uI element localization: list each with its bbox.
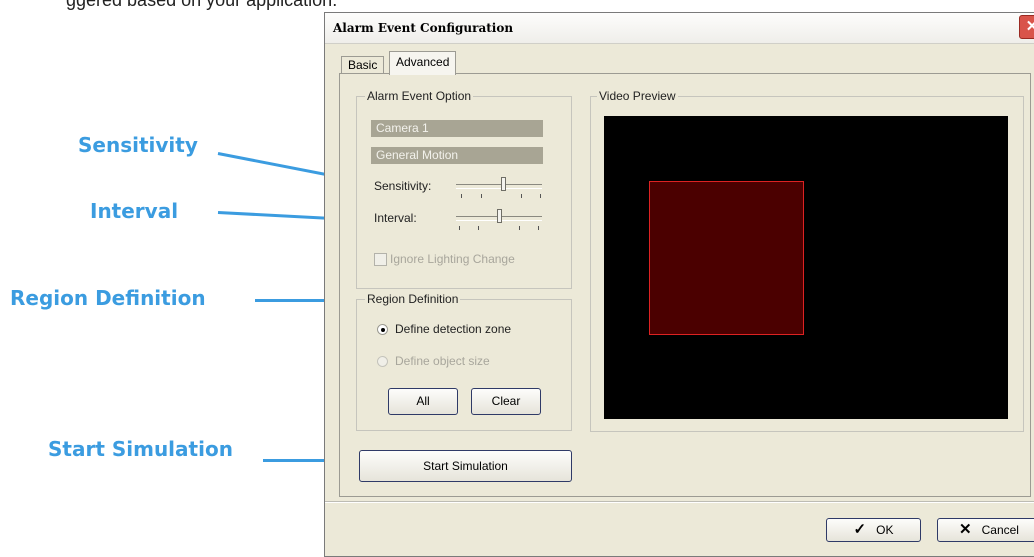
callout-interval: Interval (90, 199, 179, 223)
interval-label: Interval: (374, 211, 417, 225)
region-definition-group: Region Definition Define detection zone … (356, 292, 572, 431)
footer-separator (325, 501, 1034, 503)
start-simulation-button[interactable]: Start Simulation (359, 450, 572, 482)
ok-button[interactable]: ✓ OK (826, 518, 921, 542)
camera-field: Camera 1 (371, 120, 543, 137)
define-detection-zone-radio[interactable] (377, 324, 388, 335)
region-definition-label: Region Definition (365, 292, 461, 306)
alarm-event-option-label: Alarm Event Option (365, 89, 474, 103)
advanced-tab-panel: Alarm Event Option Camera 1 General Moti… (339, 73, 1031, 497)
sensitivity-label: Sensitivity: (374, 179, 432, 193)
detection-zone-rect[interactable] (649, 181, 804, 335)
check-icon: ✓ (853, 521, 867, 538)
dialog-titlebar[interactable]: Alarm Event Configuration ✕ (325, 13, 1034, 44)
sensitivity-tick (461, 194, 462, 198)
sensitivity-tick (481, 194, 482, 198)
callout-start-simulation: Start Simulation (48, 437, 233, 461)
interval-tick (478, 226, 479, 230)
all-button[interactable]: All (388, 388, 458, 415)
video-preview-group: Video Preview (590, 89, 1024, 432)
close-icon[interactable]: ✕ (1019, 15, 1034, 39)
interval-tick (519, 226, 520, 230)
callout-sensitivity: Sensitivity (78, 133, 198, 157)
interval-tick (538, 226, 539, 230)
define-object-size-label: Define object size (395, 354, 490, 368)
interval-slider-thumb[interactable] (497, 209, 502, 223)
sensitivity-slider-track[interactable] (456, 184, 542, 189)
sensitivity-slider-thumb[interactable] (501, 177, 506, 191)
ignore-lighting-label: Ignore Lighting Change (390, 252, 515, 266)
page-body-text: ggered based on your application. (66, 0, 338, 10)
clear-button[interactable]: Clear (471, 388, 541, 415)
dialog-title: Alarm Event Configuration (333, 21, 514, 35)
video-preview-canvas[interactable] (604, 116, 1008, 419)
alarm-event-dialog: Alarm Event Configuration ✕ Basic Advanc… (324, 12, 1034, 557)
ignore-lighting-checkbox[interactable] (374, 253, 387, 266)
define-object-size-radio[interactable] (377, 356, 388, 367)
tab-advanced[interactable]: Advanced (389, 51, 457, 75)
callout-region-definition: Region Definition (10, 286, 206, 310)
cancel-label: Cancel (981, 523, 1019, 537)
sensitivity-tick (540, 194, 541, 198)
sensitivity-tick (521, 194, 522, 198)
interval-tick (459, 226, 460, 230)
cancel-button[interactable]: ✕ Cancel (937, 518, 1034, 542)
define-detection-zone-label: Define detection zone (395, 322, 512, 336)
video-preview-label: Video Preview (597, 89, 678, 103)
tab-basic[interactable]: Basic (341, 56, 385, 74)
ok-label: OK (876, 523, 894, 537)
event-type-field: General Motion (371, 147, 543, 164)
alarm-event-option-group: Alarm Event Option Camera 1 General Moti… (356, 89, 572, 289)
x-icon: ✕ (959, 521, 972, 538)
